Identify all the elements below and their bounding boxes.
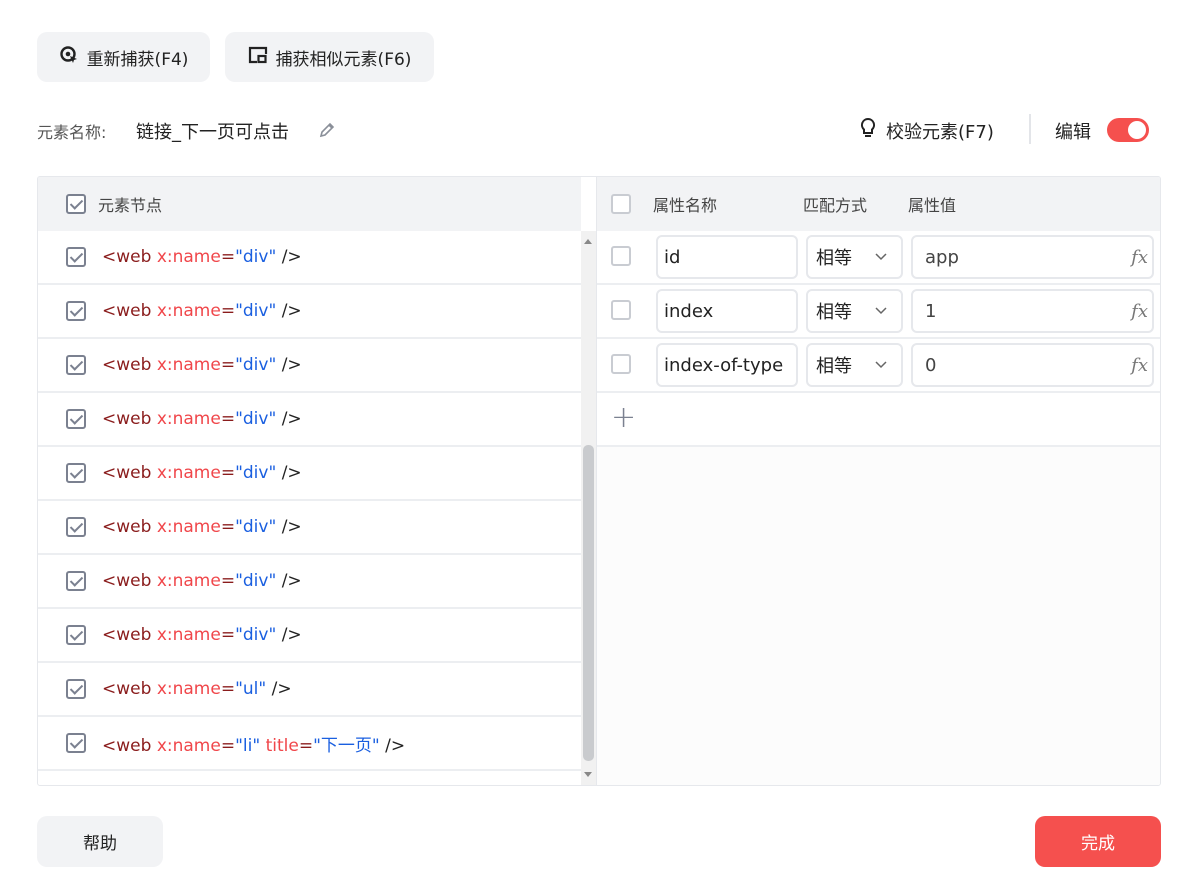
attribute-row: id 相等 app fx [597,231,1160,285]
lightbulb-icon [858,117,878,144]
pencil-icon[interactable] [317,120,337,145]
node-checkbox[interactable] [66,463,86,483]
node-checkbox[interactable] [66,355,86,375]
add-attribute-row: + [597,393,1160,447]
node-list-scrollbar[interactable] [581,231,596,785]
node-row[interactable]: <web x:name="div" /> [38,501,581,555]
attribute-checkbox[interactable] [611,354,631,374]
scroll-up-icon[interactable] [584,239,592,244]
chevron-down-icon [875,253,887,261]
header-attr-name: 属性名称 [653,196,718,215]
match-select[interactable]: 相等 [806,343,903,387]
node-checkbox[interactable] [66,625,86,645]
node-list: 元素节点 <web x:name="div" /> <web x:name="di… [38,177,581,785]
edit-label: 编辑 [1055,122,1091,143]
fx-icon[interactable]: fx [1131,301,1148,322]
node-row[interactable]: <web x:name="div" /> [38,231,581,285]
capture-similar-icon [248,45,268,70]
header-match: 匹配方式 [803,196,868,215]
node-markup: <web x:name="li" title="下一页" /> [102,735,406,756]
attribute-table: 属性名称 匹配方式 属性值 id 相等 app fx index 相等 1 fx i… [596,177,1160,785]
done-button[interactable]: 完成 [1035,816,1161,867]
recapture-label: 重新捕获(F4) [86,49,189,70]
fx-icon[interactable]: fx [1131,355,1148,376]
attribute-row: index-of-type 相等 0 fx [597,339,1160,393]
element-name-label: 元素名称: [37,123,107,142]
capture-similar-label: 捕获相似元素(F6) [275,49,412,70]
verify-label: 校验元素(F7) [886,121,994,143]
select-all-nodes-checkbox[interactable] [66,194,86,214]
node-row[interactable]: <web x:name="div" /> [38,339,581,393]
attribute-name-input[interactable]: index-of-type [656,343,798,387]
recapture-button[interactable]: 重新捕获(F4) [37,32,210,82]
verify-element-button[interactable]: 校验元素(F7) [858,117,994,144]
attribute-checkbox[interactable] [611,246,631,266]
match-select[interactable]: 相等 [806,235,903,279]
attribute-name-input[interactable]: id [656,235,798,279]
node-markup: <web x:name="div" /> [102,625,302,645]
match-select[interactable]: 相等 [806,289,903,333]
attribute-value-input[interactable]: 1 fx [911,289,1154,333]
help-button[interactable]: 帮助 [37,816,163,867]
node-checkbox[interactable] [66,247,86,267]
node-markup: <web x:name="div" /> [102,409,302,429]
node-markup: <web x:name="div" /> [102,463,302,483]
node-row[interactable]: <web x:name="div" /> [38,393,581,447]
edit-toggle[interactable] [1107,118,1149,142]
attribute-name-input[interactable]: index [656,289,798,333]
node-header-label: 元素节点 [98,196,163,215]
fx-icon[interactable]: fx [1131,247,1148,268]
element-name-value: 链接_下一页可点击 [136,122,289,143]
node-checkbox[interactable] [66,409,86,429]
capture-similar-button[interactable]: 捕获相似元素(F6) [225,32,434,82]
node-checkbox[interactable] [66,571,86,591]
node-markup: <web x:name="div" /> [102,517,302,537]
scrollbar-thumb[interactable] [583,445,594,761]
attribute-value-input[interactable]: 0 fx [911,343,1154,387]
recapture-icon [59,45,79,70]
node-checkbox[interactable] [66,733,86,753]
node-checkbox[interactable] [66,517,86,537]
node-row[interactable]: <web x:name="div" /> [38,447,581,501]
node-markup: <web x:name="div" /> [102,301,302,321]
divider [1029,114,1031,144]
node-row[interactable]: <web x:name="div" /> [38,285,581,339]
node-row[interactable]: <web x:name="div" /> [38,609,581,663]
node-row[interactable]: <web x:name="div" /> [38,555,581,609]
select-all-attrs-checkbox[interactable] [611,194,631,214]
chevron-down-icon [875,307,887,315]
node-markup: <web x:name="ul" /> [102,679,292,699]
node-row[interactable] [38,771,581,785]
attribute-row: index 相等 1 fx [597,285,1160,339]
attribute-value-input[interactable]: app fx [911,235,1154,279]
node-checkbox[interactable] [66,301,86,321]
add-attribute-icon[interactable]: + [611,403,636,433]
header-value: 属性值 [908,196,957,215]
node-row[interactable]: <web x:name="ul" /> [38,663,581,717]
scroll-down-icon[interactable] [584,772,592,777]
element-panel: 元素节点 <web x:name="div" /> <web x:name="di… [37,176,1161,786]
node-row[interactable]: <web x:name="li" title="下一页" /> [38,717,581,771]
node-checkbox[interactable] [66,679,86,699]
chevron-down-icon [875,361,887,369]
node-markup: <web x:name="div" /> [102,247,302,267]
node-markup: <web x:name="div" /> [102,355,302,375]
attribute-checkbox[interactable] [611,300,631,320]
node-markup: <web x:name="div" /> [102,571,302,591]
